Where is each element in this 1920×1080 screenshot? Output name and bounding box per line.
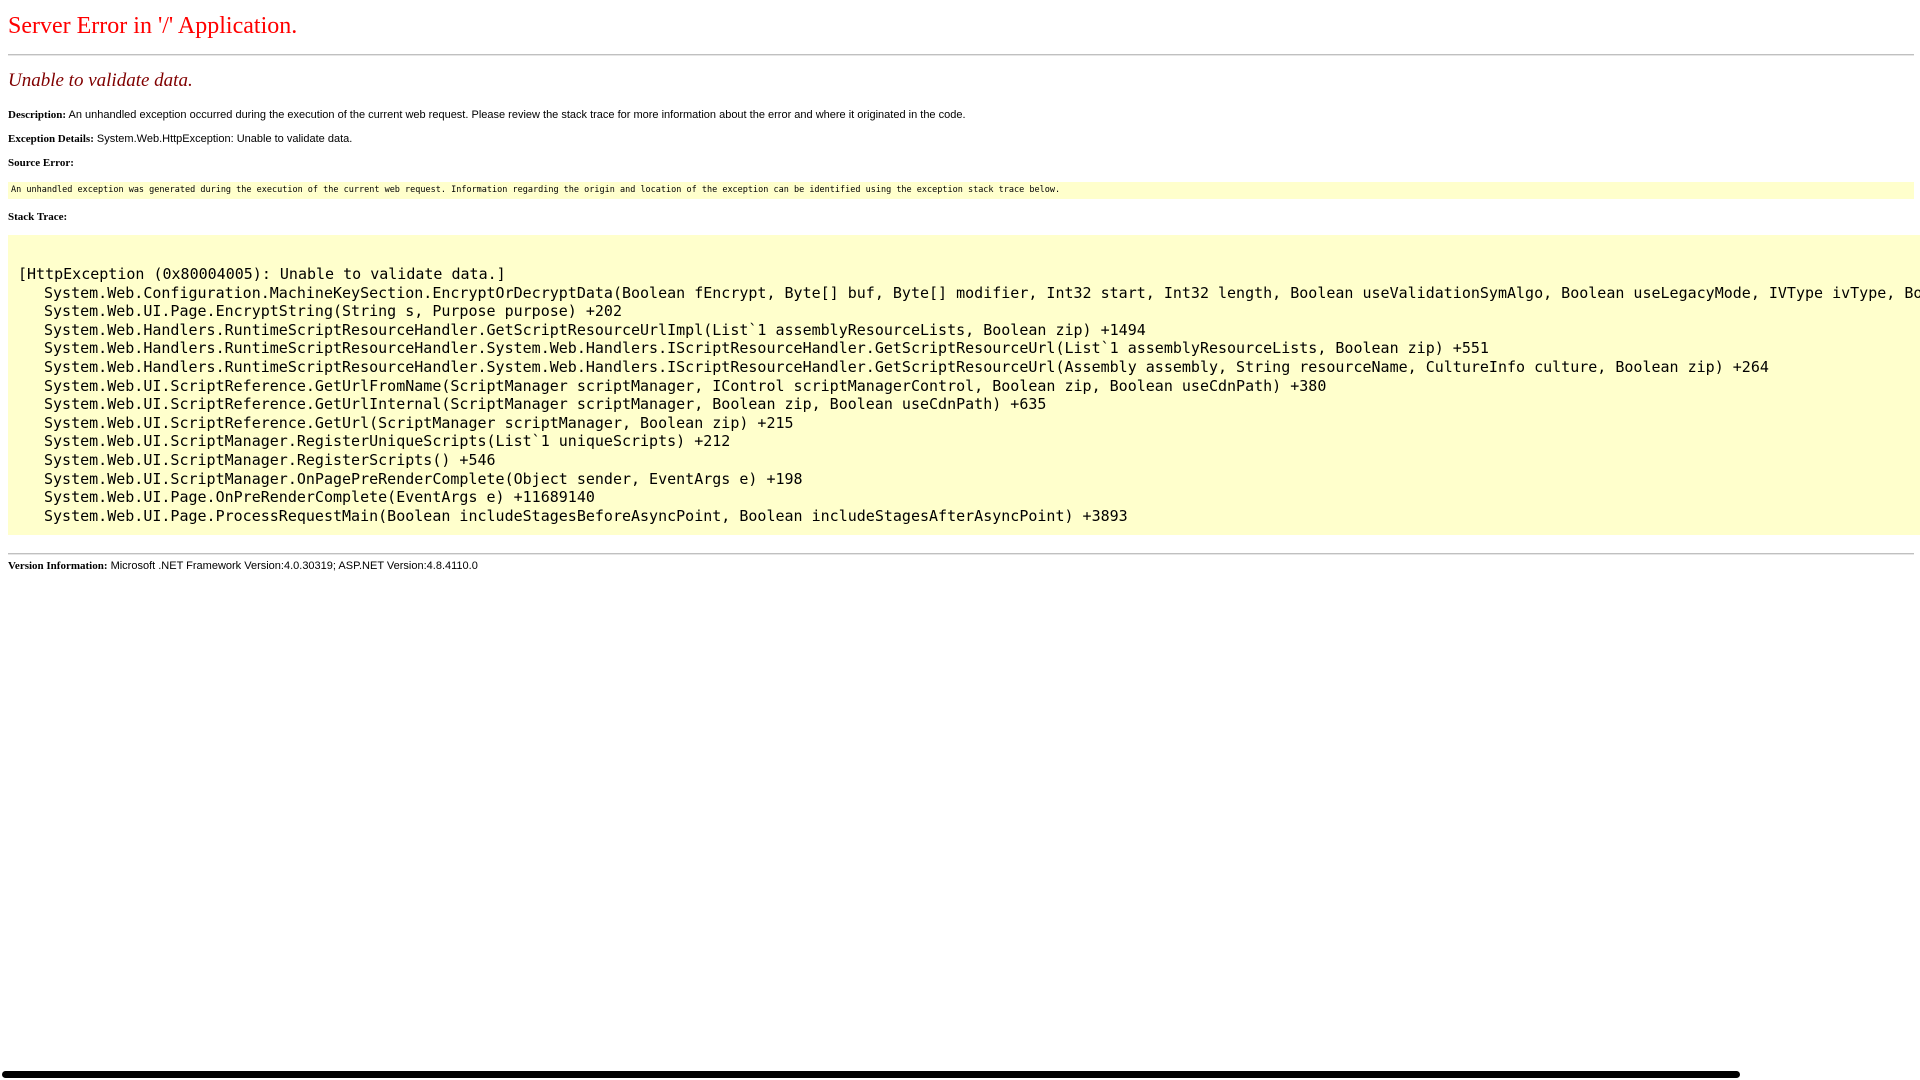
stack-frame: System.Web.UI.ScriptReference.GetUrl(Scr…	[44, 413, 794, 432]
source-error-box: An unhandled exception was generated dur…	[8, 182, 1914, 199]
description-line: Description: An unhandled exception occu…	[8, 109, 966, 121]
source-error-text: An unhandled exception was generated dur…	[11, 185, 1061, 195]
exception-details-text: System.Web.HttpException: Unable to vali…	[93, 133, 353, 145]
stack-frame: System.Web.UI.ScriptReference.GetUrlInte…	[44, 395, 1047, 414]
description-text: An unhandled exception occurred during t…	[66, 109, 966, 121]
stack-frame: System.Web.UI.Page.ProcessRequestMain(Bo…	[44, 506, 1128, 525]
stack-trace-label: Stack Trace:	[8, 211, 68, 223]
stack-frame: System.Web.Handlers.RuntimeScriptResourc…	[44, 357, 1769, 376]
version-information-line: Version Information: Microsoft .NET Fram…	[8, 560, 478, 572]
stack-frame: System.Web.UI.Page.OnPreRenderComplete(E…	[44, 488, 595, 507]
version-information-text: Microsoft .NET Framework Version:4.0.303…	[107, 560, 478, 572]
stack-frame: System.Web.Handlers.RuntimeScriptResourc…	[44, 339, 1489, 358]
stack-frame: System.Web.UI.Page.EncryptString(String …	[44, 302, 622, 321]
page-title: Server Error in '/' Application.	[8, 13, 298, 39]
version-information-label: Version Information:	[8, 560, 108, 572]
exception-details-line: Exception Details: System.Web.HttpExcept…	[8, 133, 352, 145]
stack-frame: System.Web.Configuration.MachineKeySecti…	[44, 283, 1920, 302]
source-error-label: Source Error:	[8, 157, 74, 169]
stack-trace-line: Stack Trace:	[8, 211, 67, 223]
stack-trace-text: [HttpException (0x80004005): Unable to v…	[18, 265, 1920, 525]
description-label: Description:	[8, 109, 67, 121]
stack-frame: System.Web.UI.ScriptManager.OnPagePreRen…	[44, 469, 803, 488]
footer-divider	[8, 553, 1914, 555]
source-error-line: Source Error:	[8, 157, 74, 169]
stack-frame: System.Web.Handlers.RuntimeScriptResourc…	[44, 320, 1146, 339]
stack-frame: System.Web.UI.ScriptReference.GetUrlFrom…	[44, 376, 1327, 395]
title-divider	[8, 54, 1914, 56]
exception-details-label: Exception Details:	[8, 133, 94, 145]
stack-trace-header: [HttpException (0x80004005): Unable to v…	[18, 265, 506, 283]
horizontal-scrollbar[interactable]	[2, 1071, 1740, 1078]
error-page: Server Error in '/' Application. Unable …	[0, 0, 1920, 1080]
error-subtitle: Unable to validate data.	[8, 70, 193, 91]
stack-frame: System.Web.UI.ScriptManager.RegisterUniq…	[44, 432, 731, 451]
stack-trace-box[interactable]: [HttpException (0x80004005): Unable to v…	[8, 235, 1920, 535]
stack-frame: System.Web.UI.ScriptManager.RegisterScri…	[44, 450, 496, 469]
